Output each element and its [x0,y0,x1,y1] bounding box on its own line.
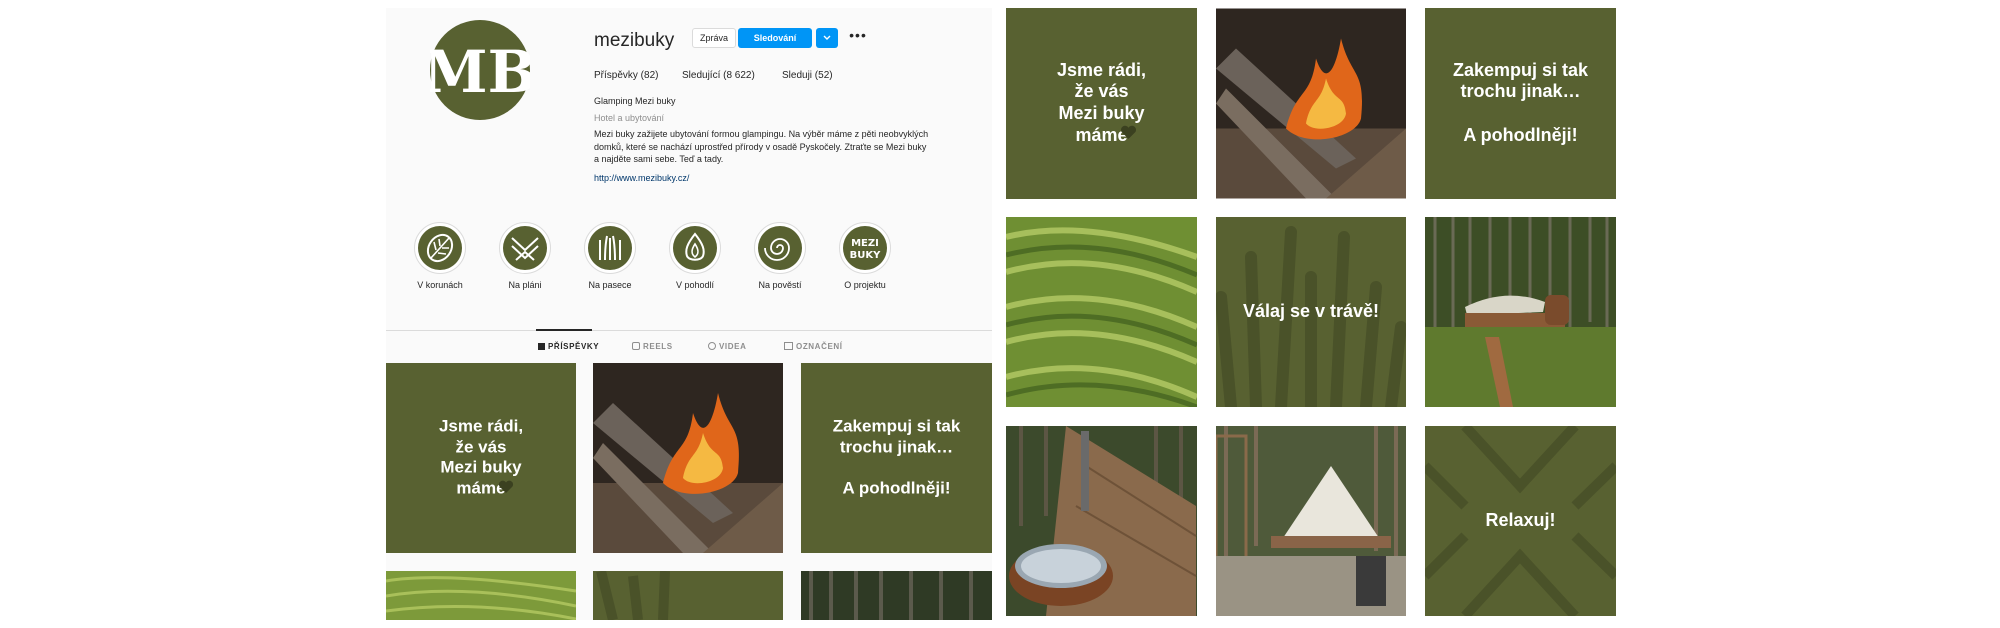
highlight-label: Na pasece [588,280,632,290]
highlight-label: V pohodlí [675,280,715,290]
post-caption: Jsme rádi, že vás Mezi buky máme [1056,59,1147,146]
showcase-post-hottub-photo[interactable] [1006,426,1197,616]
grass-image [1006,217,1197,407]
bio-line: Mezi buky zažijete ubytování formou glam… [594,129,929,139]
tag-icon [784,342,793,350]
grass-pattern-icon [596,571,670,620]
post-welcome[interactable]: Jsme rádi, že vás Mezi buky máme [386,363,576,553]
campfire-image [593,363,783,553]
chevron-down-icon [823,35,831,40]
post-caption: Jsme rádi, že vás Mezi buky máme [438,416,524,498]
highlight-na-pasece[interactable]: Na pasece [575,222,645,290]
highlight-label: Na pláni [508,280,542,290]
tab-tagged[interactable]: OZNAČENÍ [784,342,843,351]
tab-label: REELS [643,342,673,351]
post-caption: Zakempuj si tak trochu jinak… A pohodlně… [1452,59,1589,146]
highlight-ring [669,222,721,274]
highlight-cover [418,226,462,270]
highlight-ring [499,222,551,274]
showcase-post-welcome[interactable]: Jsme rádi, že vás Mezi buky máme [1006,8,1197,199]
forest-dome-image [1425,217,1616,407]
highlight-v-korunach[interactable]: V korunách [405,222,475,290]
post-grass-photo[interactable] [386,571,576,620]
showcase-post-campfire[interactable] [1216,8,1406,199]
chevron-pattern-icon [511,237,539,261]
highlight-ring [414,222,466,274]
highlight-cover [503,226,547,270]
bio-website-link[interactable]: http://www.mezibuky.cz/ [594,173,689,183]
heart-icon [1120,125,1137,139]
showcase-post-grass-graphic[interactable]: Válaj se v trávě! [1216,217,1406,407]
post-camping[interactable]: Zakempuj si tak trochu jinak… A pohodlně… [801,363,992,553]
bio-line: a najděte sami sebe. Teď a tady. [594,154,724,164]
more-icon: ••• [849,27,867,43]
suggestions-dropdown-button[interactable] [816,28,838,48]
showcase-post-tipi-photo[interactable] [1216,426,1406,616]
bio-line: domků, které se nachází uprostřed přírod… [594,141,927,152]
tab-label: VIDEA [719,342,747,351]
posts-count: Příspěvky (82) [594,70,659,81]
post-forest-photo[interactable] [801,571,992,620]
highlight-o-projektu[interactable]: MEZI BUKY O projektu [830,222,900,290]
tab-reels[interactable]: REELS [632,342,673,351]
highlight-ring: MEZI BUKY [839,222,891,274]
profile-username: mezibuky [594,30,675,51]
showcase-post-relax[interactable]: Relaxuj! [1425,426,1616,616]
video-icon [708,342,716,350]
highlight-cover [588,226,632,270]
highlight-cover: MEZI BUKY [843,226,887,270]
campfire-image [1216,8,1406,199]
showcase-post-dome-photo[interactable] [1425,217,1616,407]
hot-tub-image [1006,426,1197,616]
highlight-ring [584,222,636,274]
tipi-tent-image [1216,426,1406,616]
svg-text:BUKY: BUKY [850,250,881,261]
following-button[interactable]: Sledování [738,28,812,48]
post-grass-graphic[interactable] [593,571,783,620]
highlight-label: Na pověstí [758,280,802,290]
swirl-icon [764,238,790,261]
tab-label: PŘÍSPĚVKY [548,342,600,351]
grass-image [386,571,576,620]
highlight-cover [758,226,802,270]
instagram-profile-panel: MB mezibuky Zpráva Sledování ••• Příspěv… [386,8,992,620]
grid-icon [538,343,545,350]
highlight-label: O projektu [844,280,886,290]
flame-icon [685,232,705,261]
forest-image [801,571,992,620]
bio-name: Glamping Mezi buky [594,96,676,106]
mezibuky-logo-icon: MEZI BUKY [850,238,881,261]
post-caption: Zakempuj si tak trochu jinak… A pohodlně… [832,416,961,498]
post-caption: Relaxuj! [1485,510,1556,531]
heart-icon [498,480,514,493]
highlight-label: V korunách [417,280,463,290]
followers-count[interactable]: Sledující (8 622) [682,70,755,81]
active-tab-indicator [536,329,592,331]
post-caption: Válaj se v trávě! [1242,301,1380,322]
svg-text:MEZI: MEZI [851,238,879,249]
svg-text:MB: MB [430,38,530,106]
more-options-button[interactable]: ••• [848,28,868,48]
grass-icon [599,235,621,261]
tab-videos[interactable]: VIDEA [708,342,746,351]
bio-category: Hotel a ubytování [594,113,665,123]
leaf-icon [426,233,454,263]
post-campfire-photo[interactable] [593,363,783,553]
mb-logo-icon: MB [423,38,536,106]
showcase-post-grass-photo[interactable] [1006,217,1197,407]
highlight-na-povesti[interactable]: Na pověstí [745,222,815,290]
highlight-cover [673,226,717,270]
following-count[interactable]: Sleduji (52) [782,70,833,81]
tabs-divider [386,330,992,331]
tab-posts[interactable]: PŘÍSPĚVKY [538,342,599,351]
highlight-ring [754,222,806,274]
highlight-na-plani[interactable]: Na pláni [490,222,560,290]
showcase-post-camping[interactable]: Zakempuj si tak trochu jinak… A pohodlně… [1425,8,1616,199]
profile-avatar[interactable]: MB [423,20,537,120]
tab-label: OZNAČENÍ [796,342,843,351]
message-button[interactable]: Zpráva [692,28,736,48]
bio-description: Mezi buky zažijete ubytování formou glam… [594,128,954,166]
highlight-v-pohodli[interactable]: V pohodlí [660,222,730,290]
reels-icon [632,342,640,350]
